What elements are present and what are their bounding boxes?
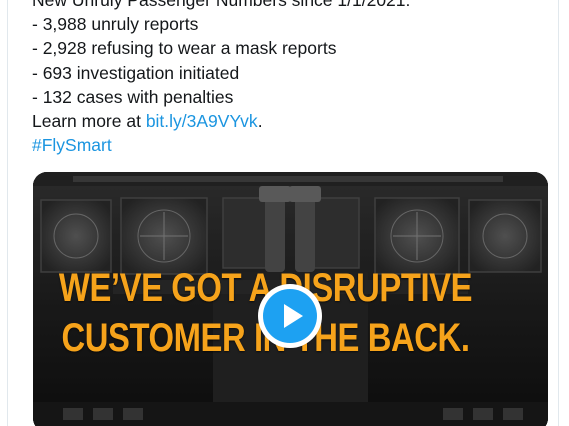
tweet-line-investigations: - 693 investigation initiated <box>32 62 240 83</box>
play-button[interactable] <box>258 284 322 348</box>
tweet-line-heading: New Unruly Passenger Numbers since 1/1/2… <box>32 0 411 10</box>
learn-more-prefix: Learn more at <box>32 111 146 132</box>
tweet-text: New Unruly Passenger Numbers since 1/1/2… <box>32 0 552 157</box>
hashtag-link[interactable]: #FlySmart <box>32 133 552 157</box>
tweet-line-learn-more: Learn more at bit.ly/3A9VYvk. <box>32 109 552 133</box>
tweet-link[interactable]: bit.ly/3A9VYvk <box>146 111 258 131</box>
tweet-line-penalties: - 132 cases with penalties <box>32 86 234 107</box>
play-button-inner <box>263 289 317 343</box>
play-icon <box>284 304 303 328</box>
learn-more-suffix: . <box>257 111 263 132</box>
tweet-screenshot: New Unruly Passenger Numbers since 1/1/2… <box>0 0 569 426</box>
tweet-line-unruly-reports: - 3,988 unruly reports <box>32 14 199 35</box>
tweet-line-mask-reports: - 2,928 refusing to wear a mask reports <box>32 38 337 59</box>
tweet-card: New Unruly Passenger Numbers since 1/1/2… <box>7 0 559 426</box>
